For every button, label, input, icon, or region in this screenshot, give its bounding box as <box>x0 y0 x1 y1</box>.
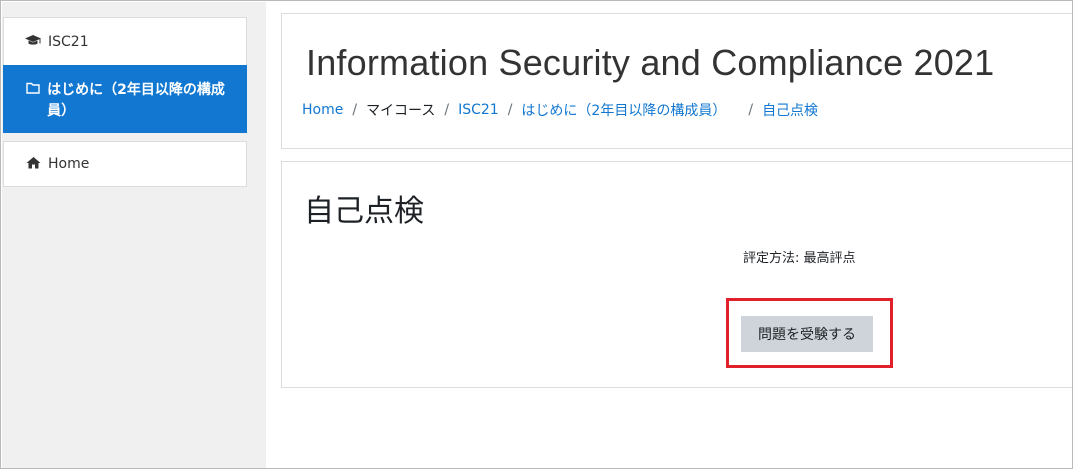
breadcrumb-quiz-link[interactable]: 自己点検 <box>762 100 818 120</box>
folder-icon <box>24 82 41 94</box>
grading-method: 評定方法: 最高評点 <box>743 251 856 266</box>
highlight-box: 問題を受験する <box>726 298 893 368</box>
sidebar-item-course-label: ISC21 <box>48 34 89 50</box>
sidebar: ISC21 はじめに（2年目以降の構成員） Home <box>2 2 266 468</box>
breadcrumb-home-link[interactable]: Home <box>302 102 343 118</box>
breadcrumb: Home / マイコース / ISC21 / はじめに（2年目以降の構成員） /… <box>302 100 818 120</box>
quiz-card: 自己点検 評定方法: 最高評点 問題を受験する <box>281 161 1072 388</box>
home-icon <box>24 156 42 169</box>
sidebar-item-current-section[interactable]: はじめに（2年目以降の構成員） <box>3 65 247 133</box>
breadcrumb-course-link[interactable]: ISC21 <box>458 102 499 118</box>
page-header: Information Security and Compliance 2021… <box>281 13 1072 149</box>
attempt-quiz-button[interactable]: 問題を受験する <box>741 316 873 352</box>
breadcrumb-section-link[interactable]: はじめに（2年目以降の構成員） <box>521 100 726 120</box>
breadcrumb-separator: / <box>352 102 358 118</box>
sidebar-item-course[interactable]: ISC21 <box>3 17 247 65</box>
sidebar-item-current-section-label: はじめに（2年目以降の構成員） <box>47 82 225 119</box>
main-content: Information Security and Compliance 2021… <box>266 2 1072 468</box>
breadcrumb-separator: / <box>507 102 513 118</box>
breadcrumb-my-courses: マイコース <box>366 103 436 119</box>
sidebar-item-home[interactable]: Home <box>3 141 247 187</box>
sidebar-item-home-label: Home <box>48 156 90 172</box>
quiz-title: 自己点検 <box>304 194 424 229</box>
page-title: Information Security and Compliance 2021 <box>306 42 995 83</box>
browser-frame: ISC21 はじめに（2年目以降の構成員） Home Information S… <box>0 0 1073 469</box>
breadcrumb-separator: / <box>444 102 450 118</box>
graduation-cap-icon <box>24 34 42 48</box>
breadcrumb-separator: / <box>748 102 754 118</box>
